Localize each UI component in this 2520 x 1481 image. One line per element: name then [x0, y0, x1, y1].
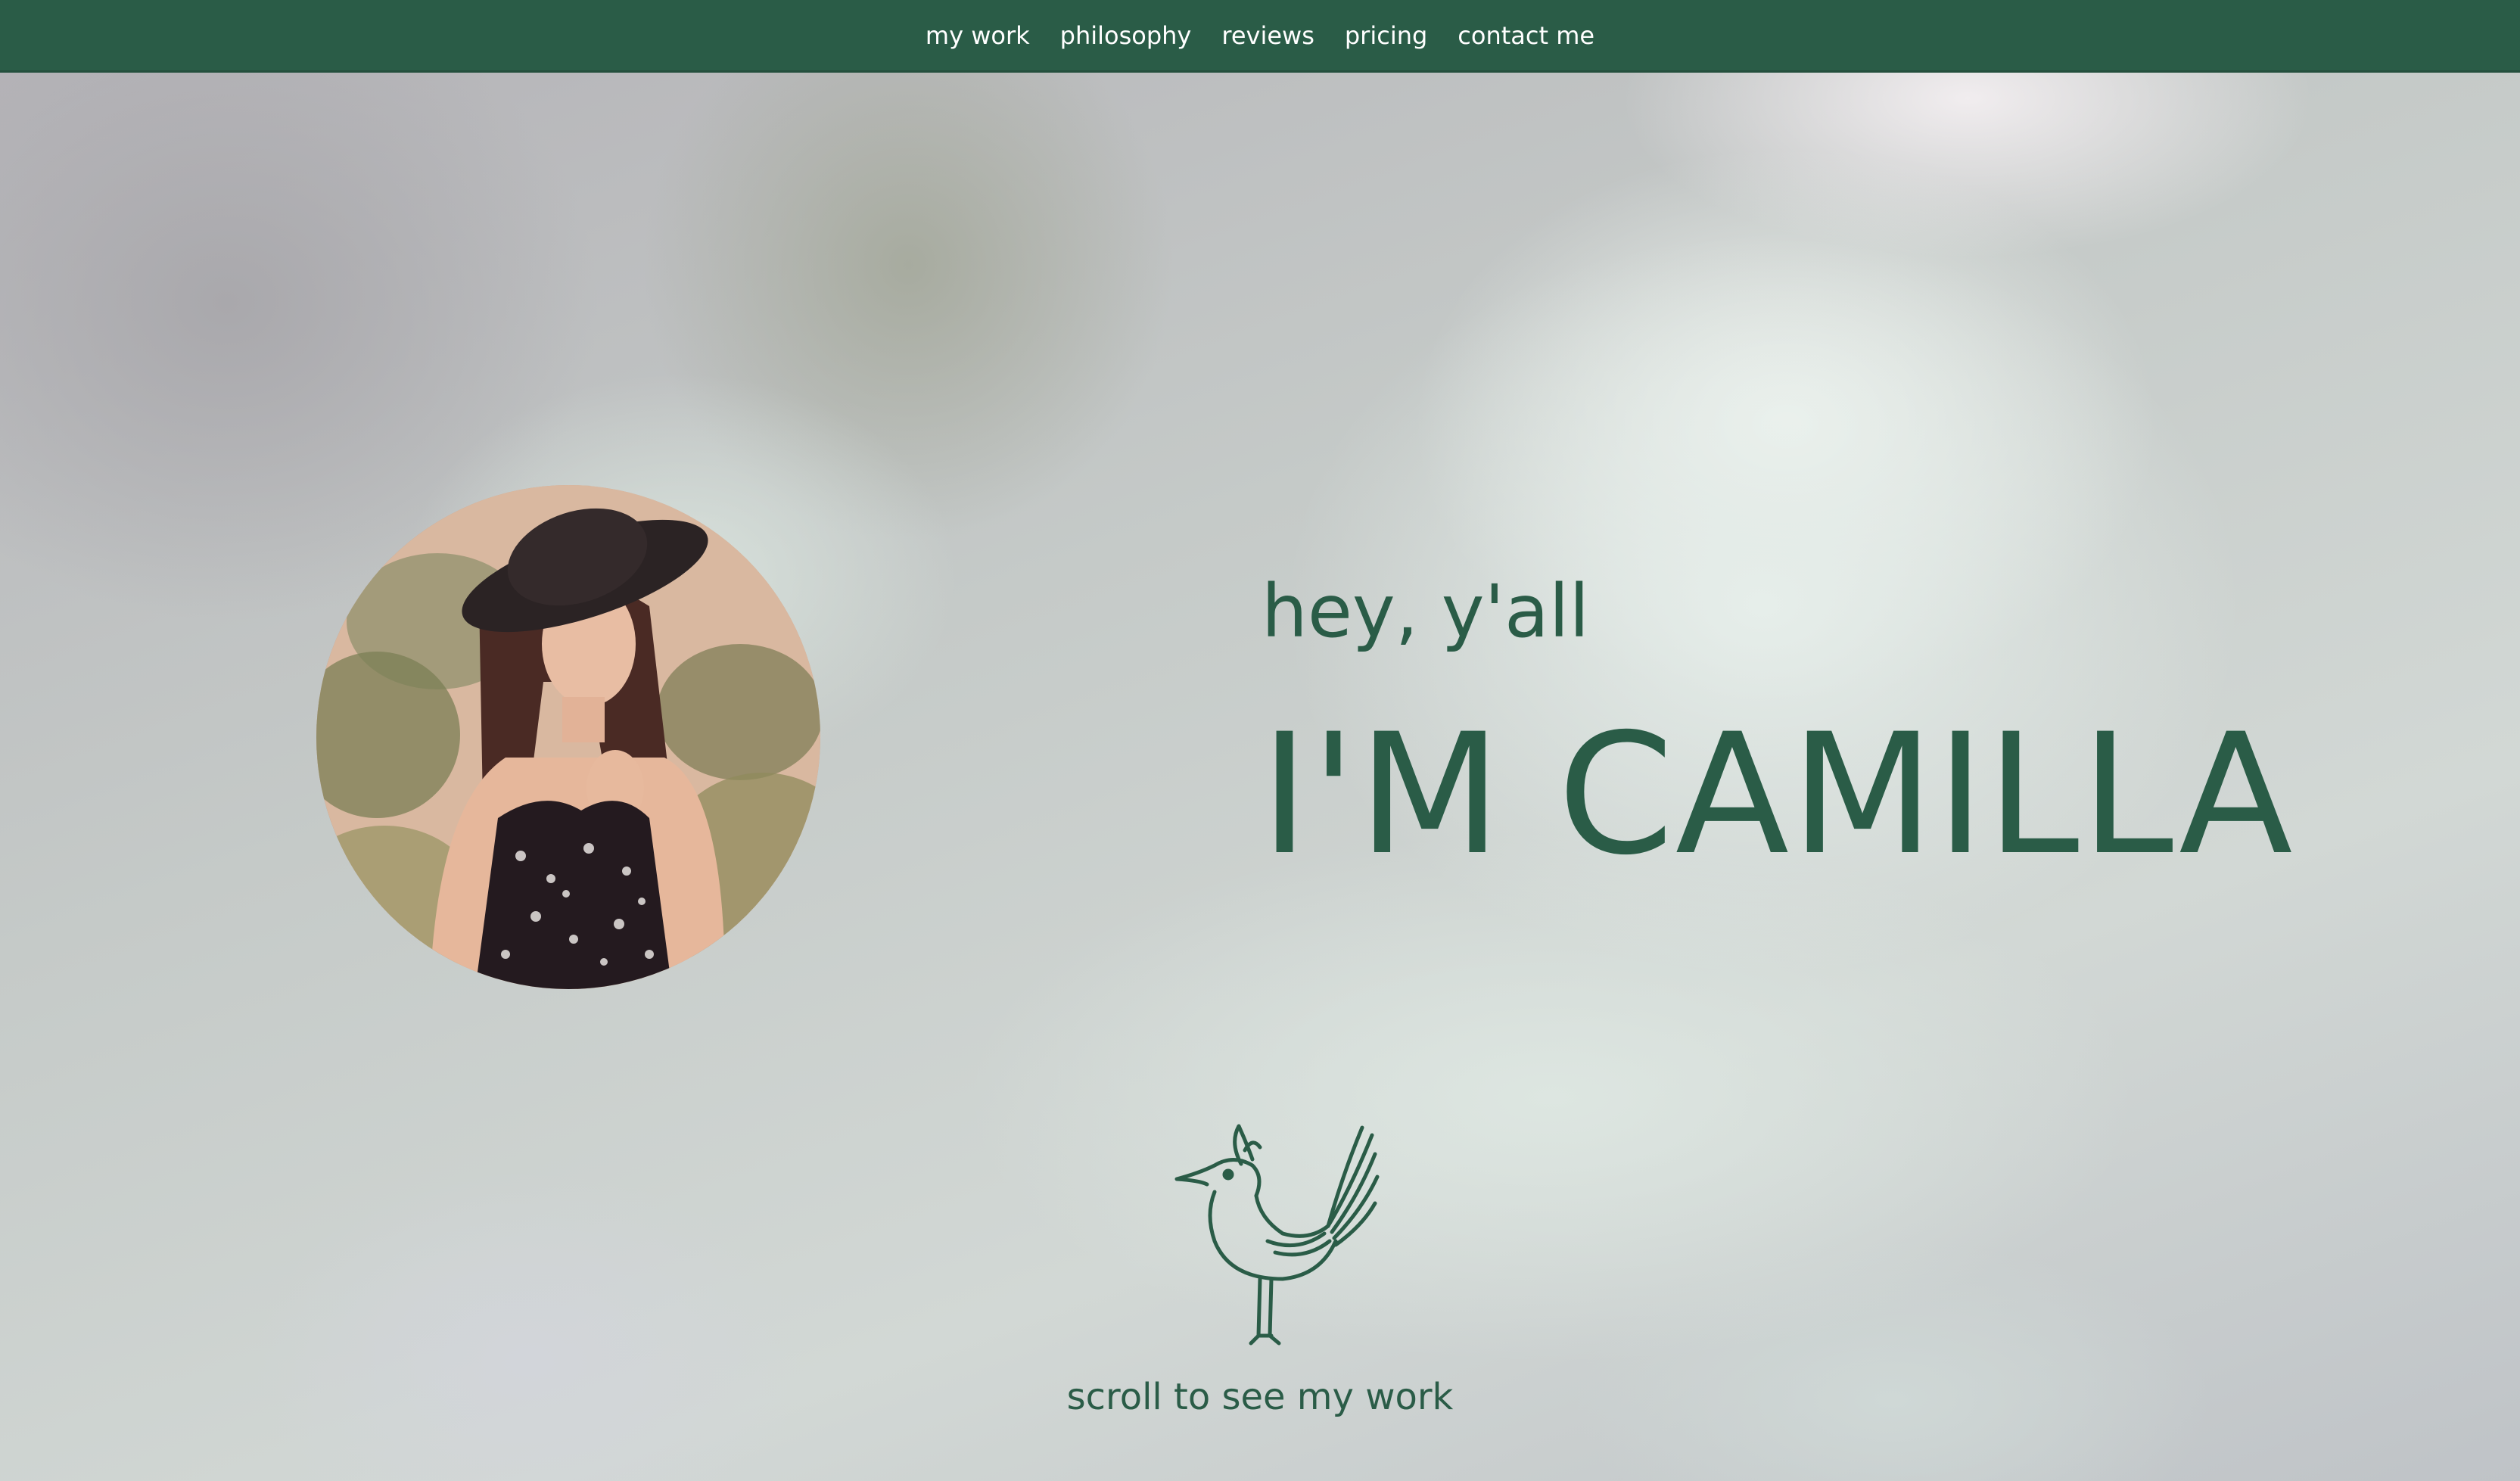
profile-photo: [316, 485, 820, 989]
nav-reviews[interactable]: reviews: [1221, 21, 1314, 50]
greeting-text: hey, y'all: [1262, 569, 1590, 654]
nav-philosophy[interactable]: philosophy: [1060, 21, 1192, 50]
nav-contact-me[interactable]: contact me: [1458, 21, 1594, 50]
profile-photo-illustration: [316, 485, 820, 989]
hero-page: my work philosophy reviews pricing conta…: [0, 0, 2520, 1481]
scroll-prompt[interactable]: scroll to see my work: [0, 1376, 2520, 1418]
nav-my-work[interactable]: my work: [926, 21, 1030, 50]
top-navigation: my work philosophy reviews pricing conta…: [0, 0, 2520, 73]
bird-icon[interactable]: [1169, 1120, 1381, 1347]
page-title: I'M CAMILLA: [1260, 698, 2294, 891]
nav-pricing[interactable]: pricing: [1345, 21, 1427, 50]
